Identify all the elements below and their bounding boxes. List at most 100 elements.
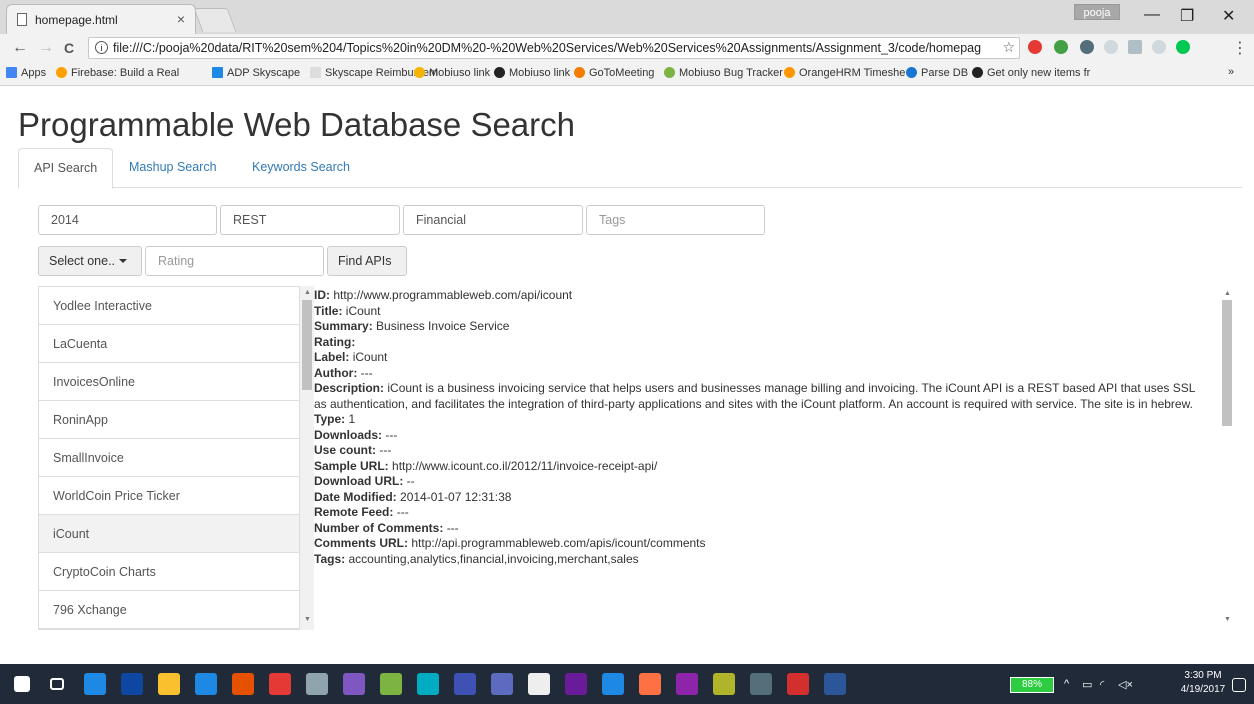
wifi-icon[interactable]: ◜ xyxy=(1100,678,1104,691)
bookmark-get-new-items[interactable]: Get only new items fr xyxy=(972,67,1090,79)
bookmark-gotomeeting[interactable]: GoToMeeting xyxy=(574,67,654,79)
detail-row: Sample URL: http://www.icount.co.il/2012… xyxy=(314,458,658,473)
info-icon[interactable]: i xyxy=(95,41,108,54)
detail-row: Rating: xyxy=(314,334,356,349)
bookmark-firebase[interactable]: Firebase: Build a Real xyxy=(56,67,179,79)
extension-green-icon[interactable] xyxy=(1054,40,1068,54)
results-scroll-thumb[interactable] xyxy=(302,300,312,390)
list-item[interactable]: LaCuenta xyxy=(39,325,299,363)
taskbar-app-icon[interactable] xyxy=(491,673,513,695)
bookmark-bug-tracker[interactable]: Mobiuso Bug Tracker xyxy=(664,67,783,79)
system-clock[interactable]: 3:30 PM 4/19/2017 xyxy=(1178,669,1228,697)
adblock-icon[interactable] xyxy=(1028,40,1042,54)
taskbar-app-icon[interactable] xyxy=(750,673,772,695)
battery-indicator[interactable]: 88% xyxy=(1010,677,1054,693)
search-tabs: API Search Mashup Search Keywords Search xyxy=(18,148,1242,189)
taskbar-app-icon[interactable] xyxy=(824,673,846,695)
taskbar-app-icon[interactable] xyxy=(417,673,439,695)
chrome-icon xyxy=(414,67,425,78)
tags-input[interactable]: Tags xyxy=(586,205,765,235)
year-input[interactable]: 2014 xyxy=(38,205,217,235)
bookmark-mobiuso-link-2[interactable]: Mobiuso link xyxy=(494,67,570,79)
bookmark-mobiuso-link-1[interactable]: Mobiuso link xyxy=(414,67,490,79)
extension-shield-icon[interactable] xyxy=(1152,40,1166,54)
taskbar-app-icon[interactable] xyxy=(306,673,328,695)
notifications-icon[interactable] xyxy=(1232,678,1246,692)
taskbar-app-icon[interactable] xyxy=(269,673,291,695)
taskbar-app-icon[interactable] xyxy=(602,673,624,695)
details-scroll-thumb[interactable] xyxy=(1222,300,1232,426)
menu-icon[interactable]: ⋮ xyxy=(1232,38,1248,58)
scroll-up-icon[interactable]: ▲ xyxy=(1224,290,1231,297)
tab-mashup-search[interactable]: Mashup Search xyxy=(114,148,232,188)
tray-chevron-icon[interactable]: ^ xyxy=(1064,678,1069,690)
list-item[interactable]: SmallInvoice xyxy=(39,439,299,477)
scroll-down-icon[interactable]: ▼ xyxy=(1224,616,1231,623)
bookmark-apps[interactable]: Apps xyxy=(6,67,46,79)
results-list: Yodlee Interactive LaCuenta InvoicesOnli… xyxy=(38,286,300,630)
profile-badge[interactable]: pooja xyxy=(1074,4,1120,20)
detail-row: Description: iCount is a business invoic… xyxy=(314,381,1195,411)
tab-api-search[interactable]: API Search xyxy=(18,148,114,189)
network-icon[interactable]: ▭ xyxy=(1082,678,1092,691)
github-icon xyxy=(972,67,983,78)
taskbar-app-icon[interactable] xyxy=(639,673,661,695)
taskbar-app-icon[interactable] xyxy=(343,673,365,695)
rating-input[interactable]: Rating xyxy=(145,246,324,276)
list-item-selected[interactable]: iCount xyxy=(39,515,299,553)
protocol-input[interactable]: REST xyxy=(220,205,400,235)
taskbar-app-icon[interactable] xyxy=(528,673,550,695)
scroll-up-icon[interactable]: ▲ xyxy=(304,289,311,296)
list-item[interactable]: RoninApp xyxy=(39,401,299,439)
taskbar-app-icon[interactable] xyxy=(454,673,476,695)
bookmark-star-icon[interactable]: ☆ xyxy=(1002,39,1015,56)
url-input[interactable]: i file:///C:/pooja%20data/RIT%20sem%204/… xyxy=(88,37,1020,59)
tab-keywords-search[interactable]: Keywords Search xyxy=(237,148,365,188)
volume-icon[interactable]: ◁× xyxy=(1118,678,1133,691)
list-item[interactable]: WorldCoin Price Ticker xyxy=(39,477,299,515)
taskbar-app-icon[interactable] xyxy=(713,673,735,695)
list-item[interactable]: InvoicesOnline xyxy=(39,363,299,401)
reload-icon[interactable]: C xyxy=(64,40,74,56)
taskbar-app-icon[interactable] xyxy=(158,673,180,695)
extension-light-icon[interactable] xyxy=(1104,40,1118,54)
browser-tab[interactable]: homepage.html × xyxy=(6,4,196,34)
tab-close-icon[interactable]: × xyxy=(177,11,185,27)
scroll-down-icon[interactable]: ▼ xyxy=(304,616,311,623)
detail-row: Tags: accounting,analytics,financial,inv… xyxy=(314,551,639,566)
extension-gray-icon[interactable] xyxy=(1080,40,1094,54)
taskbar-app-icon[interactable] xyxy=(565,673,587,695)
find-apis-button[interactable]: Find APIs xyxy=(327,246,407,276)
taskbar-app-icon[interactable] xyxy=(676,673,698,695)
taskbar-app-icon[interactable] xyxy=(380,673,402,695)
bookmarks-bar: Apps Firebase: Build a Real ADP Skyscape… xyxy=(0,62,1254,86)
list-item[interactable]: CryptoCoin Charts xyxy=(39,553,299,591)
bookmark-parse-db[interactable]: Parse DB xyxy=(906,67,968,79)
windows-start-icon[interactable] xyxy=(14,676,30,692)
url-text: file:///C:/pooja%20data/RIT%20sem%204/To… xyxy=(113,41,982,55)
clock-date: 4/19/2017 xyxy=(1180,684,1226,695)
list-item[interactable]: 796 Xchange xyxy=(39,591,299,629)
task-view-icon[interactable] xyxy=(50,678,64,690)
bookmarks-more-icon[interactable]: » xyxy=(1228,66,1234,78)
list-item[interactable]: Yodlee Interactive xyxy=(39,287,299,325)
detail-row: Type: 1 xyxy=(314,412,356,426)
back-icon[interactable]: ← xyxy=(12,39,28,57)
close-window-icon[interactable]: ✕ xyxy=(1222,6,1235,26)
file-icon xyxy=(17,13,27,26)
category-input[interactable]: Financial xyxy=(403,205,583,235)
bookmark-orangehrm[interactable]: OrangeHRM Timeshe xyxy=(784,67,905,79)
rating-operator-dropdown[interactable]: Select one.. xyxy=(38,246,142,276)
forward-icon[interactable]: → xyxy=(38,39,54,57)
taskbar-app-icon[interactable] xyxy=(232,673,254,695)
taskbar-app-icon[interactable] xyxy=(84,673,106,695)
grammarly-icon[interactable] xyxy=(1176,40,1190,54)
taskbar-app-icon[interactable] xyxy=(121,673,143,695)
minimize-icon[interactable]: — xyxy=(1144,6,1160,24)
taskbar-app-icon[interactable] xyxy=(195,673,217,695)
gotomeeting-icon xyxy=(574,67,585,78)
bookmark-adp-skyscape[interactable]: ADP Skyscape xyxy=(212,67,300,79)
taskbar-app-icon[interactable] xyxy=(787,673,809,695)
restore-icon[interactable]: ❐ xyxy=(1180,6,1194,26)
extension-square-icon[interactable] xyxy=(1128,40,1142,54)
